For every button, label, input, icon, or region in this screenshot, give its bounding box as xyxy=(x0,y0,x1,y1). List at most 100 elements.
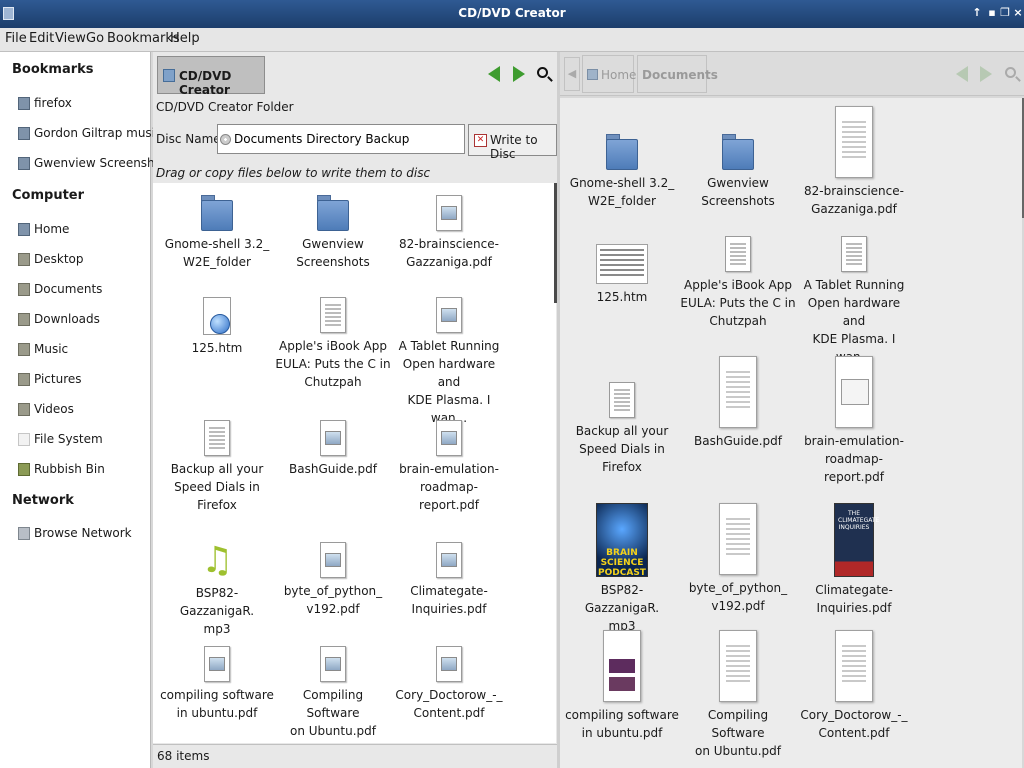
disc-name-input[interactable] xyxy=(217,124,465,154)
sidebar-item-firefox[interactable]: firefox xyxy=(18,94,72,114)
left-pane: CD/DVD Creator CD/DVD Creator Folder Dis… xyxy=(153,52,558,768)
file-item[interactable]: A Tablet Running Open hardware and KDE P… xyxy=(796,236,912,366)
sidebar-item-videos[interactable]: Videos xyxy=(18,400,74,420)
left-file-view[interactable]: Gnome-shell 3.2_ W2E_folder Gwenview Scr… xyxy=(153,183,556,743)
file-item[interactable]: compiling software in ubuntu.pdf xyxy=(564,630,680,742)
search-icon[interactable] xyxy=(537,67,548,78)
folder-icon xyxy=(201,195,233,231)
title-bar: CD/DVD Creator ↑ ▪ ❐ × xyxy=(0,0,1024,28)
location-button[interactable]: CD/DVD Creator xyxy=(157,56,265,97)
item-count: 68 items xyxy=(157,749,210,763)
file-item[interactable]: BRAIN SCIENCE PODCAST BSP82-GazzanigaR. m… xyxy=(564,503,680,635)
maximize-icon[interactable]: ❐ xyxy=(998,5,1012,21)
file-item[interactable]: Compiling Software on Ubuntu.pdf xyxy=(680,630,796,760)
folder-icon xyxy=(18,127,30,140)
pdf-icon xyxy=(436,646,462,682)
pdf-thumbnail xyxy=(719,356,757,428)
folder-icon xyxy=(606,134,638,170)
back-arrow-icon[interactable] xyxy=(488,66,500,82)
forward-arrow-icon[interactable] xyxy=(513,66,525,82)
pdf-thumbnail xyxy=(835,356,873,428)
file-item[interactable]: Cory_Doctorow_-_ Content.pdf xyxy=(391,646,507,722)
file-item[interactable]: Gnome-shell 3.2_ W2E_folder xyxy=(159,195,275,271)
file-item[interactable]: BashGuide.pdf xyxy=(275,420,391,478)
crumb-documents[interactable]: Documents xyxy=(637,55,718,93)
file-item[interactable]: BashGuide.pdf xyxy=(680,356,796,450)
sidebar-item-pictures[interactable]: Pictures xyxy=(18,370,82,390)
folder-icon xyxy=(163,69,175,82)
file-item[interactable]: A Tablet Running Open hardware and KDE P… xyxy=(391,297,507,427)
file-item[interactable]: Backup all your Speed Dials in Firefox xyxy=(564,382,680,476)
trash-icon xyxy=(18,463,30,476)
sidebar-item-file-system[interactable]: File System xyxy=(18,430,103,450)
file-item[interactable]: Gwenview Screenshots xyxy=(275,195,391,271)
file-item[interactable]: brain-emulation- roadmap-report.pdf xyxy=(391,420,507,514)
pdf-thumbnail xyxy=(603,630,641,702)
forward-arrow-icon[interactable] xyxy=(980,66,992,82)
menu-bar: File Edit View Go Bookmarks Help xyxy=(0,28,1024,52)
sidebar-item-rubbish-bin[interactable]: Rubbish Bin xyxy=(18,460,105,480)
podcast-cover: BRAIN SCIENCE PODCAST xyxy=(596,503,648,578)
file-item[interactable]: 125.htm xyxy=(564,244,680,306)
file-item[interactable]: Compiling Software on Ubuntu.pdf xyxy=(275,646,391,740)
right-pane: ◀ Home Documents Gnome-shell 3.2_ W2E_fo… xyxy=(560,52,1024,768)
file-item[interactable]: byte_of_python_ v192.pdf xyxy=(680,503,796,615)
menu-bookmarks[interactable]: Bookmarks xyxy=(107,31,180,46)
sidebar-item-music[interactable]: Music xyxy=(18,340,68,360)
sidebar-item-home[interactable]: Home xyxy=(18,220,69,240)
menu-go[interactable]: Go xyxy=(86,31,104,46)
disc-icon xyxy=(220,134,231,145)
file-item[interactable]: 125.htm xyxy=(159,297,275,357)
documents-folder-icon xyxy=(18,283,30,296)
window-title: CD/DVD Creator xyxy=(458,6,566,20)
file-item[interactable]: 82-brainscience- Gazzaniga.pdf xyxy=(796,106,912,218)
write-to-disc-button[interactable]: ✕ Write to Disc xyxy=(468,124,557,161)
menu-edit[interactable]: Edit xyxy=(29,31,54,46)
pdf-icon xyxy=(320,420,346,456)
pdf-thumbnail xyxy=(835,630,873,702)
sidebar-item-browse-network[interactable]: Browse Network xyxy=(18,524,132,544)
minimize-icon[interactable]: ▪ xyxy=(985,5,999,21)
back-arrow-icon[interactable] xyxy=(956,66,968,82)
menu-view[interactable]: View xyxy=(55,31,86,46)
file-item[interactable]: Cory_Doctorow_-_ Content.pdf xyxy=(796,630,912,742)
sidebar-item-gwenview[interactable]: Gwenview Screenshots xyxy=(18,154,173,174)
home-icon xyxy=(18,223,30,236)
folder-icon xyxy=(18,97,30,110)
music-folder-icon xyxy=(18,343,30,356)
file-item[interactable]: Gwenview Screenshots xyxy=(680,134,796,210)
file-item[interactable]: byte_of_python_ v192.pdf xyxy=(275,542,391,618)
file-item[interactable]: Apple's iBook App EULA: Puts the C in Ch… xyxy=(275,297,391,391)
menu-file[interactable]: File xyxy=(5,31,27,46)
file-item[interactable]: Apple's iBook App EULA: Puts the C in Ch… xyxy=(680,236,796,330)
file-item[interactable]: ♫ BSP82-GazzanigaR. mp3 xyxy=(159,542,275,638)
network-icon xyxy=(18,527,30,540)
close-icon[interactable]: × xyxy=(1011,5,1024,21)
folder-icon xyxy=(722,134,754,170)
videos-folder-icon xyxy=(18,403,30,416)
text-icon xyxy=(841,236,867,272)
file-item[interactable]: THE CLIMATEGATE INQUIRIES Climategate- In… xyxy=(796,503,912,617)
text-icon xyxy=(204,420,230,456)
right-file-view[interactable]: Gnome-shell 3.2_ W2E_folder Gwenview Scr… xyxy=(560,98,1022,768)
crumb-home[interactable]: Home xyxy=(582,55,636,93)
file-item[interactable]: 82-brainscience- Gazzaniga.pdf xyxy=(391,195,507,271)
file-item[interactable]: brain-emulation- roadmap-report.pdf xyxy=(796,356,912,486)
pdf-icon xyxy=(436,542,462,578)
pictures-folder-icon xyxy=(18,373,30,386)
file-item[interactable]: Climategate- Inquiries.pdf xyxy=(391,542,507,618)
chevron-left-icon[interactable]: ◀ xyxy=(564,57,580,91)
file-item[interactable]: Gnome-shell 3.2_ W2E_folder xyxy=(564,134,680,210)
places-sidebar: Bookmarks firefox Gordon Giltrap music..… xyxy=(0,52,173,768)
sidebar-item-documents[interactable]: Documents xyxy=(18,280,102,300)
disc-name-label: Disc Name: xyxy=(156,132,225,146)
file-item[interactable]: Backup all your Speed Dials in Firefox xyxy=(159,420,275,514)
keep-above-icon[interactable]: ↑ xyxy=(970,5,984,21)
file-item[interactable]: compiling software in ubuntu.pdf xyxy=(159,646,275,722)
sidebar-item-gordon-giltrap[interactable]: Gordon Giltrap music... xyxy=(18,124,173,144)
sidebar-item-desktop[interactable]: Desktop xyxy=(18,250,84,270)
text-icon xyxy=(320,297,346,333)
search-icon[interactable] xyxy=(1005,67,1016,78)
menu-help[interactable]: Help xyxy=(170,31,200,46)
sidebar-item-downloads[interactable]: Downloads xyxy=(18,310,100,330)
